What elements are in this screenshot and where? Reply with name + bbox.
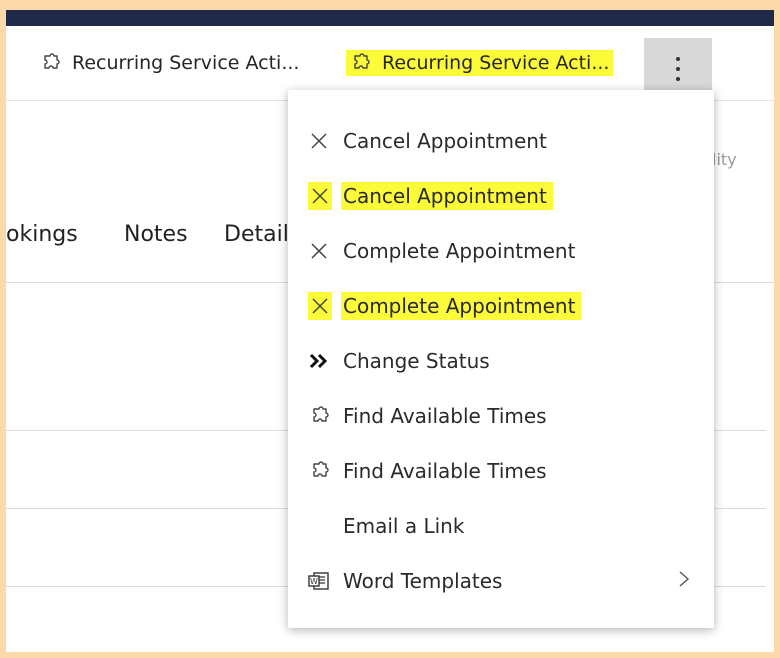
puzzle-icon <box>350 53 370 73</box>
menu-item-complete-appointment[interactable]: Complete Appointment <box>288 225 714 277</box>
word-icon: W <box>308 570 330 592</box>
app-window: Recurring Service Acti... Recurring Serv… <box>0 0 780 658</box>
menu-item-label: Find Available Times <box>343 404 547 428</box>
menu-item-label: Cancel Appointment <box>341 182 553 210</box>
menu-item-label: Word Templates <box>343 569 503 593</box>
recurring-service-label-1: Recurring Service Acti... <box>72 52 300 74</box>
menu-item-cancel-appointment[interactable]: Cancel Appointment <box>288 115 714 167</box>
menu-item-label: Change Status <box>343 349 490 373</box>
menu-item-email-a-link[interactable]: Email a Link <box>288 500 714 552</box>
x-icon <box>308 130 330 152</box>
menu-item-label: Find Available Times <box>343 459 547 483</box>
puzzle-icon <box>308 405 330 427</box>
partial-field-label: lity <box>712 150 737 169</box>
menu-item-label: Email a Link <box>343 514 465 538</box>
svg-text:W: W <box>310 577 318 586</box>
vertical-ellipsis-icon <box>676 57 680 81</box>
puzzle-icon <box>308 460 330 482</box>
menu-item-find-available-times-2[interactable]: Find Available Times <box>288 445 714 497</box>
puzzle-icon <box>40 53 60 73</box>
recurring-service-button-1[interactable]: Recurring Service Acti... <box>40 50 299 76</box>
menu-item-label: Cancel Appointment <box>343 129 547 153</box>
menu-item-label: Complete Appointment <box>343 239 576 263</box>
recurring-service-label-2: Recurring Service Acti... <box>382 52 610 74</box>
double-chevron-right-icon <box>308 350 330 372</box>
chevron-right-icon <box>678 569 690 593</box>
menu-item-label: Complete Appointment <box>341 292 582 320</box>
tab-bookings[interactable]: okings <box>6 222 78 247</box>
menu-item-cancel-appointment-highlighted[interactable]: Cancel Appointment <box>288 170 714 222</box>
x-icon <box>308 182 332 210</box>
menu-item-find-available-times[interactable]: Find Available Times <box>288 390 714 442</box>
overflow-menu: Cancel Appointment Cancel Appointment Co… <box>288 90 714 628</box>
x-icon <box>308 240 330 262</box>
tab-details[interactable]: Detail <box>224 222 289 247</box>
app-header-bar <box>6 10 774 26</box>
menu-item-change-status[interactable]: Change Status <box>288 335 714 387</box>
x-icon <box>308 292 332 320</box>
recurring-service-button-2[interactable]: Recurring Service Acti... <box>346 50 614 76</box>
tab-notes[interactable]: Notes <box>124 222 188 247</box>
menu-item-word-templates[interactable]: W Word Templates <box>288 555 714 607</box>
menu-item-complete-appointment-highlighted[interactable]: Complete Appointment <box>288 280 714 332</box>
